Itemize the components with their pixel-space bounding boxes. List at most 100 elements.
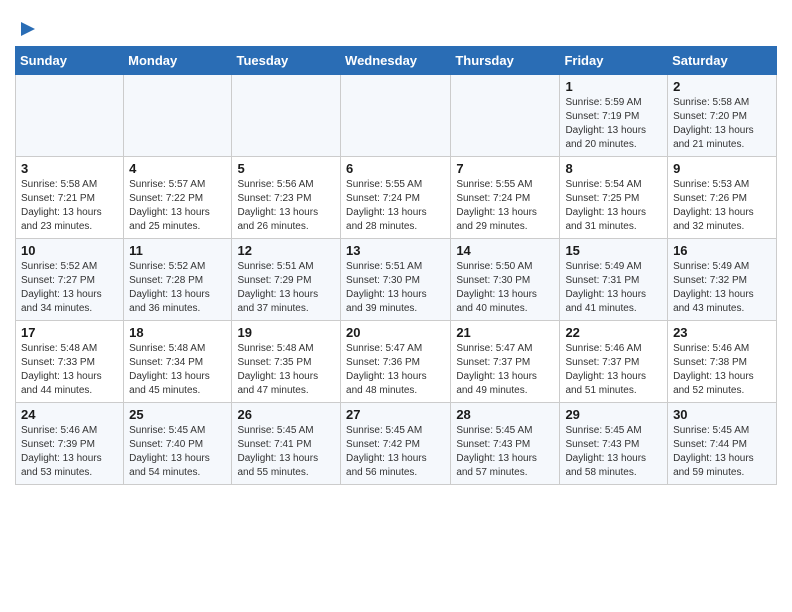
day-detail: Sunrise: 5:59 AM Sunset: 7:19 PM Dayligh… [565,96,662,152]
day-number: 1 [565,79,662,94]
day-number: 19 [237,325,335,340]
day-number: 20 [346,325,445,340]
calendar-cell: 27 Sunrise: 5:45 AM Sunset: 7:42 PM Dayli… [341,403,451,485]
weekday-header: Friday [560,47,668,75]
day-detail: Sunrise: 5:58 AM Sunset: 7:21 PM Dayligh… [21,178,118,234]
day-number: 23 [673,325,771,340]
day-detail: Sunrise: 5:48 AM Sunset: 7:35 PM Dayligh… [237,342,335,398]
calendar: SundayMondayTuesdayWednesdayThursdayFrid… [15,46,777,485]
calendar-cell: 30 Sunrise: 5:45 AM Sunset: 7:44 PM Dayli… [668,403,777,485]
day-detail: Sunrise: 5:55 AM Sunset: 7:24 PM Dayligh… [456,178,554,234]
day-detail: Sunrise: 5:45 AM Sunset: 7:42 PM Dayligh… [346,424,445,480]
header [15,10,777,40]
day-detail: Sunrise: 5:51 AM Sunset: 7:30 PM Dayligh… [346,260,445,316]
day-number: 13 [346,243,445,258]
day-number: 25 [129,407,226,422]
day-detail: Sunrise: 5:58 AM Sunset: 7:20 PM Dayligh… [673,96,771,152]
calendar-cell: 8Sunrise: 5:54 AM Sunset: 7:25 PM Daylig… [560,157,668,239]
day-number: 5 [237,161,335,176]
day-number: 30 [673,407,771,422]
day-detail: Sunrise: 5:49 AM Sunset: 7:32 PM Dayligh… [673,260,771,316]
day-detail: Sunrise: 5:53 AM Sunset: 7:26 PM Dayligh… [673,178,771,234]
weekday-header: Saturday [668,47,777,75]
day-detail: Sunrise: 5:45 AM Sunset: 7:43 PM Dayligh… [565,424,662,480]
day-detail: Sunrise: 5:49 AM Sunset: 7:31 PM Dayligh… [565,260,662,316]
day-detail: Sunrise: 5:45 AM Sunset: 7:43 PM Dayligh… [456,424,554,480]
day-number: 2 [673,79,771,94]
day-number: 18 [129,325,226,340]
logo [15,18,39,40]
calendar-week-row: 17 Sunrise: 5:48 AM Sunset: 7:33 PM Dayli… [16,321,777,403]
calendar-cell: 5 Sunrise: 5:56 AM Sunset: 7:23 PM Daylig… [232,157,341,239]
day-number: 27 [346,407,445,422]
calendar-cell: 20Sunrise: 5:47 AM Sunset: 7:36 PM Dayli… [341,321,451,403]
day-number: 15 [565,243,662,258]
day-detail: Sunrise: 5:56 AM Sunset: 7:23 PM Dayligh… [237,178,335,234]
day-detail: Sunrise: 5:48 AM Sunset: 7:33 PM Dayligh… [21,342,118,398]
day-detail: Sunrise: 5:46 AM Sunset: 7:39 PM Dayligh… [21,424,118,480]
day-number: 10 [21,243,118,258]
calendar-cell: 3 Sunrise: 5:58 AM Sunset: 7:21 PM Daylig… [16,157,124,239]
calendar-cell: 4 Sunrise: 5:57 AM Sunset: 7:22 PM Daylig… [124,157,232,239]
day-number: 28 [456,407,554,422]
day-detail: Sunrise: 5:47 AM Sunset: 7:37 PM Dayligh… [456,342,554,398]
calendar-cell [232,75,341,157]
day-detail: Sunrise: 5:45 AM Sunset: 7:40 PM Dayligh… [129,424,226,480]
day-number: 7 [456,161,554,176]
day-number: 3 [21,161,118,176]
calendar-cell: 19 Sunrise: 5:48 AM Sunset: 7:35 PM Dayli… [232,321,341,403]
calendar-cell [16,75,124,157]
calendar-cell: 21Sunrise: 5:47 AM Sunset: 7:37 PM Dayli… [451,321,560,403]
day-detail: Sunrise: 5:57 AM Sunset: 7:22 PM Dayligh… [129,178,226,234]
calendar-cell: 14 Sunrise: 5:50 AM Sunset: 7:30 PM Dayli… [451,239,560,321]
day-number: 29 [565,407,662,422]
day-detail: Sunrise: 5:55 AM Sunset: 7:24 PM Dayligh… [346,178,445,234]
calendar-cell: 16Sunrise: 5:49 AM Sunset: 7:32 PM Dayli… [668,239,777,321]
day-number: 12 [237,243,335,258]
day-number: 11 [129,243,226,258]
calendar-cell: 6 Sunrise: 5:55 AM Sunset: 7:24 PM Daylig… [341,157,451,239]
calendar-cell: 15 Sunrise: 5:49 AM Sunset: 7:31 PM Dayli… [560,239,668,321]
calendar-cell: 23Sunrise: 5:46 AM Sunset: 7:38 PM Dayli… [668,321,777,403]
calendar-cell: 13 Sunrise: 5:51 AM Sunset: 7:30 PM Dayli… [341,239,451,321]
weekday-header: Wednesday [341,47,451,75]
calendar-cell: 9 Sunrise: 5:53 AM Sunset: 7:26 PM Daylig… [668,157,777,239]
day-number: 17 [21,325,118,340]
day-detail: Sunrise: 5:52 AM Sunset: 7:28 PM Dayligh… [129,260,226,316]
calendar-cell [451,75,560,157]
calendar-week-row: 3 Sunrise: 5:58 AM Sunset: 7:21 PM Daylig… [16,157,777,239]
day-number: 8 [565,161,662,176]
day-number: 14 [456,243,554,258]
weekday-header: Sunday [16,47,124,75]
day-number: 6 [346,161,445,176]
day-detail: Sunrise: 5:50 AM Sunset: 7:30 PM Dayligh… [456,260,554,316]
calendar-cell: 1 Sunrise: 5:59 AM Sunset: 7:19 PM Daylig… [560,75,668,157]
day-detail: Sunrise: 5:46 AM Sunset: 7:37 PM Dayligh… [565,342,662,398]
weekday-row: SundayMondayTuesdayWednesdayThursdayFrid… [16,47,777,75]
calendar-cell: 7 Sunrise: 5:55 AM Sunset: 7:24 PM Daylig… [451,157,560,239]
calendar-cell [341,75,451,157]
calendar-cell: 29 Sunrise: 5:45 AM Sunset: 7:43 PM Dayli… [560,403,668,485]
day-number: 4 [129,161,226,176]
day-number: 22 [565,325,662,340]
calendar-cell: 10 Sunrise: 5:52 AM Sunset: 7:27 PM Dayli… [16,239,124,321]
weekday-header: Tuesday [232,47,341,75]
calendar-cell: 11 Sunrise: 5:52 AM Sunset: 7:28 PM Dayli… [124,239,232,321]
calendar-week-row: 10 Sunrise: 5:52 AM Sunset: 7:27 PM Dayli… [16,239,777,321]
day-detail: Sunrise: 5:45 AM Sunset: 7:44 PM Dayligh… [673,424,771,480]
calendar-cell: 22 Sunrise: 5:46 AM Sunset: 7:37 PM Dayli… [560,321,668,403]
calendar-week-row: 1 Sunrise: 5:59 AM Sunset: 7:19 PM Daylig… [16,75,777,157]
day-number: 24 [21,407,118,422]
day-detail: Sunrise: 5:52 AM Sunset: 7:27 PM Dayligh… [21,260,118,316]
calendar-cell: 18Sunrise: 5:48 AM Sunset: 7:34 PM Dayli… [124,321,232,403]
day-number: 9 [673,161,771,176]
calendar-cell: 25 Sunrise: 5:45 AM Sunset: 7:40 PM Dayli… [124,403,232,485]
calendar-cell [124,75,232,157]
weekday-header: Monday [124,47,232,75]
calendar-cell: 12 Sunrise: 5:51 AM Sunset: 7:29 PM Dayli… [232,239,341,321]
calendar-cell: 17 Sunrise: 5:48 AM Sunset: 7:33 PM Dayli… [16,321,124,403]
calendar-cell: 2 Sunrise: 5:58 AM Sunset: 7:20 PM Daylig… [668,75,777,157]
calendar-header: SundayMondayTuesdayWednesdayThursdayFrid… [16,47,777,75]
calendar-cell: 24 Sunrise: 5:46 AM Sunset: 7:39 PM Dayli… [16,403,124,485]
day-detail: Sunrise: 5:51 AM Sunset: 7:29 PM Dayligh… [237,260,335,316]
